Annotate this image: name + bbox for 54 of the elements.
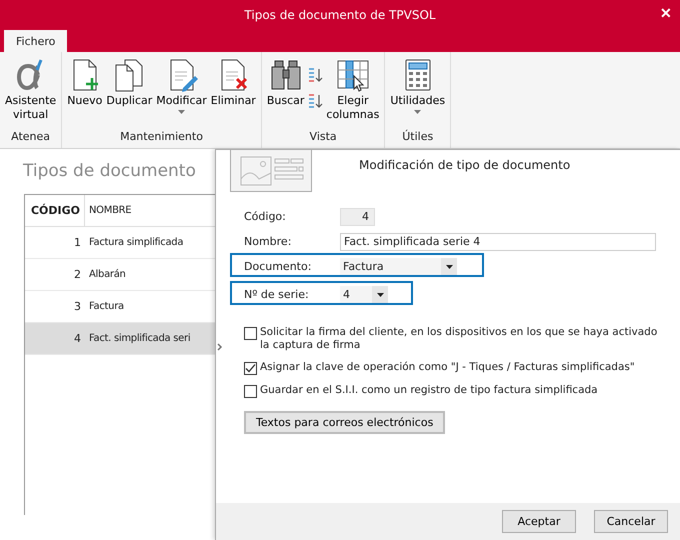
checkbox-label: Asignar la clave de operación como "J - Tiques / Facturas simplificadas" — [260, 361, 635, 374]
ribbon-button[interactable]: Eliminar — [208, 56, 258, 128]
column-header[interactable]: NOMBRE — [85, 205, 132, 216]
field-label: Código: — [244, 210, 287, 223]
ribbon-button[interactable]: Elegir columnas — [324, 56, 382, 128]
dropdown-field[interactable]: Factura — [340, 258, 457, 276]
sort-descending-button[interactable] — [306, 92, 324, 110]
ribbon-button[interactable]: Modificar — [154, 56, 209, 128]
table-cell-text: Factura simplificada — [88, 237, 184, 248]
table-cell-text: 2 — [73, 268, 82, 281]
table-cell-text: Factura — [88, 301, 124, 312]
page-heading: Tipos de documento — [23, 161, 196, 181]
ribbon-button[interactable]: Utilidades — [388, 56, 448, 128]
close-button[interactable]: ✕ — [660, 5, 672, 21]
sort-ascending-icon — [306, 66, 324, 84]
field-label: Documento: — [244, 260, 312, 273]
checkbox-label: Guardar en el S.I.I. como un registro de tipo factura simplificada — [260, 384, 598, 397]
ribbon-tab[interactable]: Fichero — [4, 30, 68, 52]
dialog-button[interactable]: Aceptar — [502, 510, 576, 533]
ribbon-group-label: Útiles — [401, 128, 434, 145]
column-header[interactable]: CÓDIGO — [25, 195, 85, 226]
dropdown-field[interactable]: 4 — [340, 286, 388, 304]
ribbon-button[interactable]: Buscar — [264, 56, 306, 128]
dialog-button[interactable]: Cancelar — [594, 510, 668, 533]
table-cell-text: Fact. simplificada seri — [88, 333, 190, 344]
panel-title: Modificación de tipo de documento — [359, 158, 570, 174]
table-cell-text: 3 — [73, 300, 82, 313]
ribbon-button[interactable]: Asistente virtual — [3, 56, 58, 128]
email-texts-button[interactable]: Textos para correos electrónicos — [244, 411, 446, 434]
ribbon-button[interactable]: Nuevo — [65, 56, 104, 128]
checkbox-label: Solicitar la firma del cliente, en los dispositivos en los que se haya activado la captura de firma — [260, 326, 658, 352]
caret-icon — [446, 264, 452, 268]
ribbon-button[interactable]: Duplicar — [104, 56, 154, 128]
field-label: Nombre: — [244, 235, 292, 248]
window-title: Tipos de documento de TPVSOL — [244, 8, 436, 22]
table-row[interactable]: 4 Fact. simplificada seri — [25, 323, 215, 355]
checkbox[interactable] — [244, 362, 257, 375]
table-cell-text: 1 — [73, 236, 82, 249]
name-field[interactable]: Fact. simplificada serie 4 — [340, 232, 656, 250]
columns-icon — [336, 58, 370, 92]
ribbon-group-label: Mantenimiento — [119, 129, 204, 145]
sort-descending-icon — [306, 92, 324, 110]
field-label: Nº de serie: — [244, 288, 310, 301]
checkbox[interactable] — [244, 385, 257, 398]
sort-ascending-button[interactable] — [306, 66, 324, 84]
code-field: 4 — [340, 208, 375, 226]
chevron-icon[interactable] — [217, 343, 223, 351]
ribbon-group-label: Atenea — [10, 129, 52, 145]
table-cell-text: 4 — [73, 332, 82, 345]
binoculars-icon — [268, 58, 303, 92]
checkbox[interactable] — [244, 327, 257, 340]
ribbon-group-label: Vista — [308, 129, 338, 145]
table-cell-text: Albarán — [88, 269, 126, 280]
caret-icon — [376, 292, 384, 296]
